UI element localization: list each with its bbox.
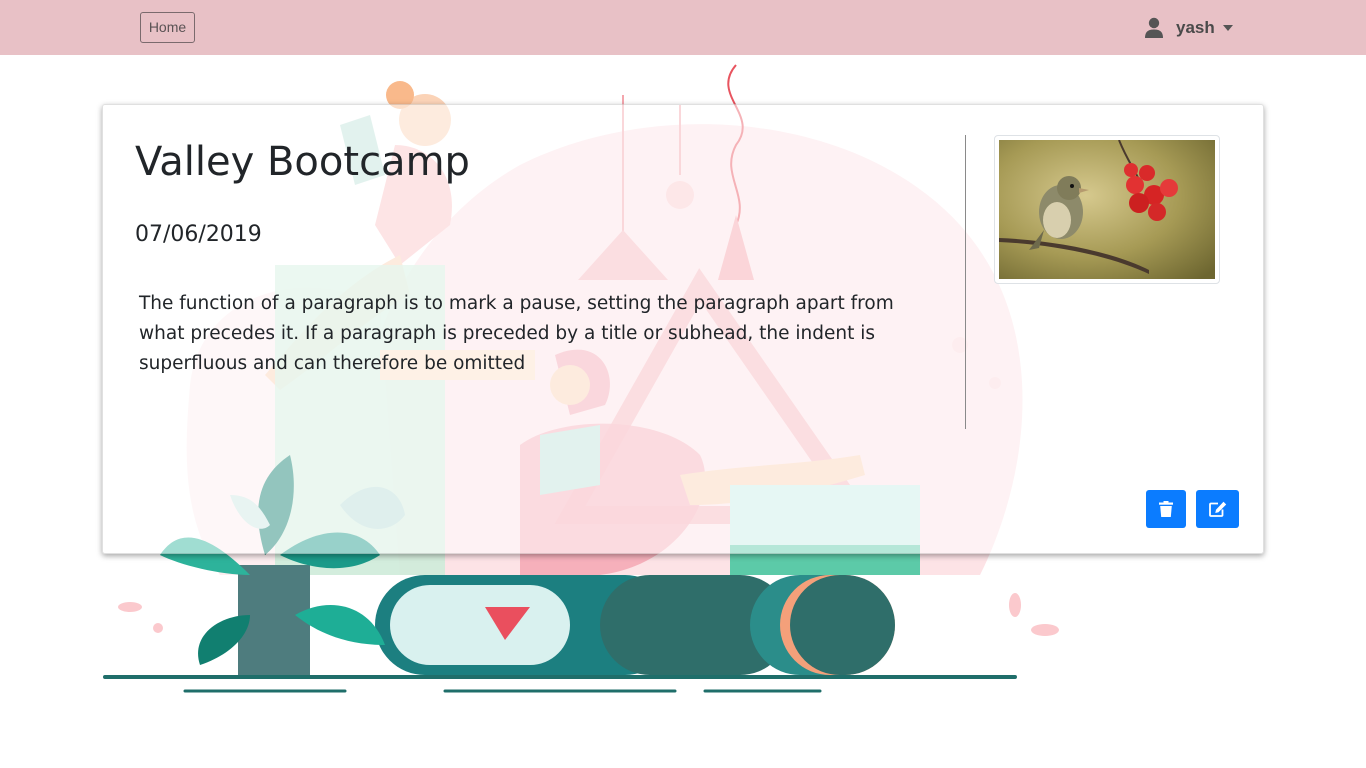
bird-photo [999, 140, 1215, 279]
top-navbar: Home yash [0, 0, 1366, 55]
bootcamp-card: Valley Bootcamp 07/06/2019 The function … [102, 104, 1264, 554]
card-date: 07/06/2019 [135, 222, 262, 247]
card-title: Valley Bootcamp [135, 139, 470, 185]
user-icon [1145, 17, 1163, 38]
user-name: yash [1176, 18, 1215, 37]
trash-icon [1159, 501, 1173, 517]
card-thumbnail [994, 135, 1220, 284]
vertical-divider [965, 135, 966, 429]
home-button[interactable]: Home [140, 12, 195, 43]
edit-button[interactable] [1196, 490, 1239, 528]
user-menu-dropdown[interactable]: yash [1144, 14, 1233, 42]
caret-down-icon [1222, 25, 1233, 31]
edit-icon [1208, 501, 1226, 517]
card-description: The function of a paragraph is to mark a… [139, 293, 894, 374]
delete-button[interactable] [1146, 490, 1186, 528]
